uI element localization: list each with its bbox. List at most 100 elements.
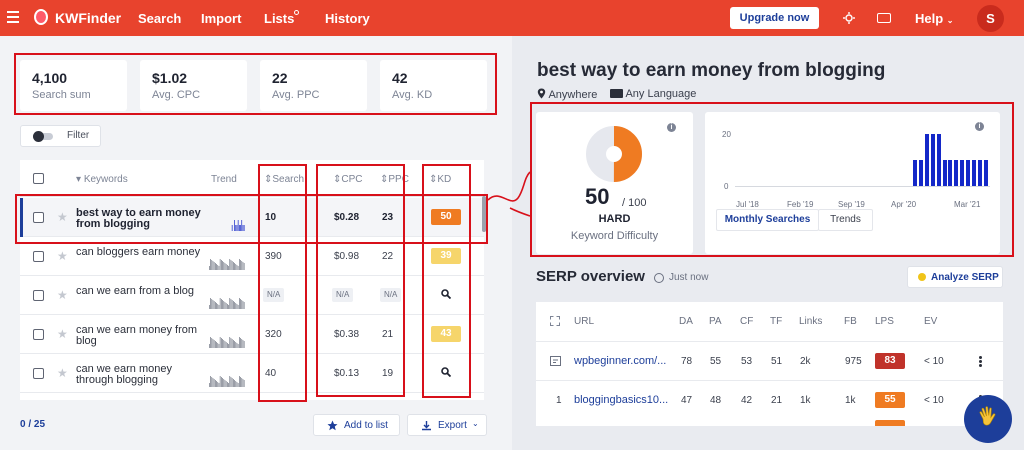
favorite-star-icon[interactable]: ★ bbox=[57, 366, 68, 380]
info-icon[interactable]: i bbox=[975, 122, 984, 131]
serp-header-lps[interactable]: LPS bbox=[875, 316, 894, 327]
sparkline-bar bbox=[224, 380, 226, 387]
header-cpc[interactable]: ⇕CPC bbox=[333, 174, 363, 185]
keyword-row[interactable]: ★ can we earn money through blogging 40 $0.… bbox=[20, 354, 484, 393]
sparkline-bar bbox=[242, 262, 244, 270]
sparkline-bar bbox=[227, 265, 228, 270]
header-search[interactable]: ⇕Search bbox=[264, 174, 304, 185]
download-icon bbox=[422, 421, 431, 431]
nav-lists[interactable]: Lists bbox=[264, 11, 294, 26]
analyze-serp-button[interactable]: Analyze SERP bbox=[907, 266, 1003, 288]
serp-header-ev[interactable]: EV bbox=[924, 316, 937, 327]
keyword-row[interactable]: ★ can bloggers earn money 390 $0.98 22 39 bbox=[20, 237, 484, 276]
serp-header-cf[interactable]: CF bbox=[740, 316, 753, 327]
table-scrollbar[interactable] bbox=[482, 196, 486, 232]
search-icon[interactable] bbox=[441, 289, 451, 299]
serp-row[interactable]: 1 bloggingbasics10... 47 48 42 21 1k 1k < 10 55 bbox=[536, 380, 1003, 419]
info-icon[interactable]: i bbox=[667, 123, 676, 132]
brand-name[interactable]: KWFinder bbox=[55, 10, 121, 26]
location-selector[interactable]: Anywhere bbox=[537, 88, 597, 101]
stat-label: Avg. KD bbox=[392, 89, 433, 101]
sparkline-bar bbox=[235, 225, 237, 231]
row-checkbox[interactable] bbox=[33, 290, 44, 301]
row-checkbox[interactable] bbox=[33, 251, 44, 262]
monthly-search-bar[interactable] bbox=[918, 160, 923, 186]
keyword-row[interactable]: ★ can we earn from a blog N/A N/A N/A bbox=[20, 276, 484, 315]
settings-sun-icon[interactable] bbox=[843, 12, 855, 24]
add-to-list-button[interactable]: Add to list bbox=[313, 414, 400, 436]
export-button[interactable]: Export ⌄ bbox=[407, 414, 487, 436]
keyword-text[interactable]: can we earn money through blogging bbox=[76, 364, 206, 386]
keyword-text[interactable]: can bloggers earn money bbox=[76, 247, 206, 258]
favorite-star-icon[interactable]: ★ bbox=[57, 249, 68, 263]
monthly-search-bar[interactable] bbox=[966, 160, 971, 186]
nav-history[interactable]: History bbox=[325, 11, 370, 26]
serp-url-link[interactable]: bloggingbasics10... bbox=[574, 394, 670, 406]
sparkline-bar bbox=[227, 382, 228, 387]
keyword-text[interactable]: best way to earn money from blogging bbox=[76, 208, 206, 230]
keyword-row[interactable]: ★ can we earn money from blog 320 $0.38 21 43 bbox=[20, 315, 484, 354]
keyboard-icon[interactable] bbox=[877, 13, 891, 23]
sparkline-bar bbox=[225, 264, 227, 270]
row-checkbox[interactable] bbox=[33, 212, 44, 223]
serp-links-cell: 1k bbox=[800, 395, 811, 406]
header-trend: Trend bbox=[211, 174, 237, 185]
keyword-row[interactable]: ★ best way to earn money from blogging 10 $… bbox=[20, 198, 484, 237]
nav-search[interactable]: Search bbox=[138, 11, 181, 26]
upgrade-now-button[interactable]: Upgrade now bbox=[730, 7, 819, 29]
kd-max: / 100 bbox=[622, 197, 647, 209]
serp-header-pa[interactable]: PA bbox=[709, 316, 722, 327]
favorite-star-icon[interactable]: ★ bbox=[57, 288, 68, 302]
select-all-checkbox[interactable] bbox=[33, 173, 44, 184]
monthly-search-bar[interactable] bbox=[942, 160, 947, 186]
keyword-text[interactable]: can we earn money from blog bbox=[76, 325, 206, 347]
hamburger-menu-icon[interactable] bbox=[7, 11, 19, 23]
favorite-star-icon[interactable]: ★ bbox=[57, 327, 68, 341]
sparkline-bar bbox=[218, 383, 220, 387]
monthly-search-bar[interactable] bbox=[924, 134, 929, 186]
monthly-search-bar[interactable] bbox=[954, 160, 959, 186]
filter-toggle-button[interactable]: Filter bbox=[20, 125, 101, 147]
sparkline-bar bbox=[212, 300, 214, 309]
help-menu[interactable]: Help ⌄ bbox=[915, 11, 954, 26]
monthly-search-bar[interactable] bbox=[912, 160, 917, 186]
header-ppc[interactable]: ⇕PPC bbox=[380, 174, 409, 185]
nav-import[interactable]: Import bbox=[201, 11, 241, 26]
serp-row[interactable]: wpbeginner.com/... 78 55 53 51 2k 975 < 10 83 bbox=[536, 341, 1003, 380]
tab-trends[interactable]: Trends bbox=[818, 209, 873, 231]
keyword-text[interactable]: can we earn from a blog bbox=[76, 286, 206, 297]
user-avatar[interactable]: S bbox=[977, 5, 1004, 32]
monthly-search-bar[interactable] bbox=[984, 160, 989, 186]
serp-header-da[interactable]: DA bbox=[679, 316, 693, 327]
serp-url-link[interactable]: wpbeginner.com/... bbox=[574, 355, 670, 367]
tab-monthly-searches[interactable]: Monthly Searches bbox=[716, 209, 819, 231]
serp-header-tf[interactable]: TF bbox=[770, 316, 782, 327]
sparkline-bar bbox=[211, 260, 213, 270]
monthly-search-bar[interactable] bbox=[978, 160, 983, 186]
sparkline-bar bbox=[229, 259, 231, 270]
chat-support-button[interactable] bbox=[964, 395, 1012, 443]
serp-header-fb[interactable]: FB bbox=[844, 316, 857, 327]
header-kd[interactable]: ⇕KD bbox=[429, 174, 451, 185]
sparkline-bar bbox=[217, 382, 219, 387]
monthly-search-bar[interactable] bbox=[960, 160, 965, 186]
monthly-search-bar[interactable] bbox=[936, 134, 941, 186]
monthly-search-bar[interactable] bbox=[930, 134, 935, 186]
trend-sparkline bbox=[209, 337, 245, 348]
kwfinder-logo-icon bbox=[34, 9, 48, 25]
sparkline-bar bbox=[242, 225, 244, 231]
sparkline-bar bbox=[222, 378, 223, 387]
expand-icon[interactable] bbox=[550, 316, 560, 326]
favorite-star-icon[interactable]: ★ bbox=[57, 210, 68, 224]
header-keywords[interactable]: ▾ Keywords bbox=[76, 174, 128, 185]
language-selector[interactable]: Any Language bbox=[610, 88, 696, 100]
header-search-label: Search bbox=[272, 174, 305, 185]
serp-header-links[interactable]: Links bbox=[799, 316, 822, 327]
search-icon[interactable] bbox=[441, 367, 451, 377]
row-checkbox[interactable] bbox=[33, 368, 44, 379]
toggle-switch-icon[interactable] bbox=[33, 131, 53, 142]
row-checkbox[interactable] bbox=[33, 329, 44, 340]
monthly-search-bar[interactable] bbox=[948, 160, 953, 186]
monthly-search-bar[interactable] bbox=[972, 160, 977, 186]
more-options-icon[interactable] bbox=[979, 356, 982, 367]
